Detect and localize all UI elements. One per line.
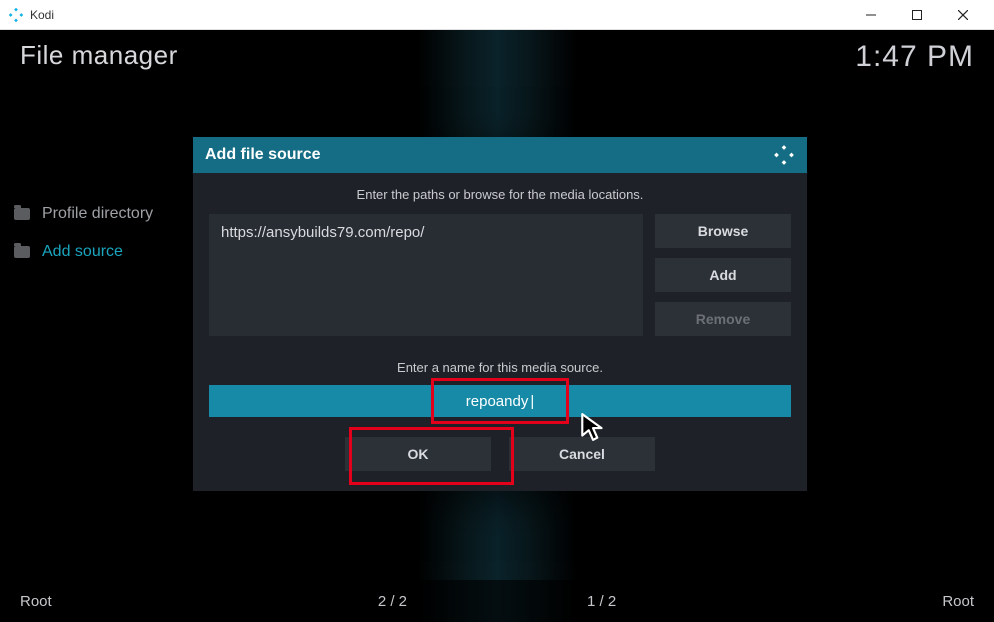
window-titlebar: Kodi (0, 0, 994, 30)
dialog-title: Add file source (205, 146, 321, 164)
kodi-logo-icon (773, 144, 795, 166)
footer-count-right: 1 / 2 (587, 593, 616, 610)
folder-icon (14, 208, 30, 220)
minimize-button[interactable] (848, 0, 894, 30)
path-input[interactable]: https://ansybuilds79.com/repo/ (209, 214, 643, 336)
sidebar-item-profile-directory[interactable]: Profile directory (14, 195, 153, 233)
dialog-action-row: OK Cancel (209, 437, 791, 471)
path-row: https://ansybuilds79.com/repo/ Browse Ad… (209, 214, 791, 336)
footer-count-left: 2 / 2 (378, 593, 407, 610)
path-side-buttons: Browse Add Remove (655, 214, 791, 336)
window-controls (848, 0, 986, 30)
source-name-input[interactable]: repoandy| (209, 385, 791, 417)
footer-right-label: Root (942, 593, 974, 610)
path-hint-text: Enter the paths or browse for the media … (209, 187, 791, 202)
name-hint-text: Enter a name for this media source. (209, 360, 791, 375)
dialog-titlebar: Add file source (193, 137, 807, 173)
folder-icon (14, 246, 30, 258)
text-caret: | (530, 393, 534, 410)
kodi-logo-icon (8, 7, 24, 23)
close-button[interactable] (940, 0, 986, 30)
sidebar-item-label: Profile directory (42, 205, 153, 223)
ok-button[interactable]: OK (345, 437, 491, 471)
mouse-cursor-icon (580, 412, 606, 442)
left-source-list: Profile directory Add source (14, 195, 153, 271)
path-value: https://ansybuilds79.com/repo/ (221, 224, 424, 241)
window-title: Kodi (30, 8, 54, 22)
browse-button[interactable]: Browse (655, 214, 791, 248)
footer-left-label: Root (20, 593, 52, 610)
app-surface: File manager 1:47 PM Profile directory A… (0, 30, 994, 622)
footer-bar: Root 2 / 2 1 / 2 Root (0, 580, 994, 622)
add-button[interactable]: Add (655, 258, 791, 292)
app-header: File manager 1:47 PM (20, 40, 974, 74)
remove-button[interactable]: Remove (655, 302, 791, 336)
name-input-wrap: repoandy| (209, 385, 791, 417)
sidebar-item-label: Add source (42, 243, 123, 261)
page-title: File manager (20, 40, 178, 71)
dialog-body: Enter the paths or browse for the media … (193, 173, 807, 491)
maximize-button[interactable] (894, 0, 940, 30)
cancel-button[interactable]: Cancel (509, 437, 655, 471)
add-file-source-dialog: Add file source Enter the paths or brows… (193, 137, 807, 491)
sidebar-item-add-source[interactable]: Add source (14, 233, 153, 271)
clock: 1:47 PM (855, 40, 974, 74)
source-name-value: repoandy (466, 393, 529, 410)
footer-center: 2 / 2 1 / 2 (0, 593, 994, 610)
